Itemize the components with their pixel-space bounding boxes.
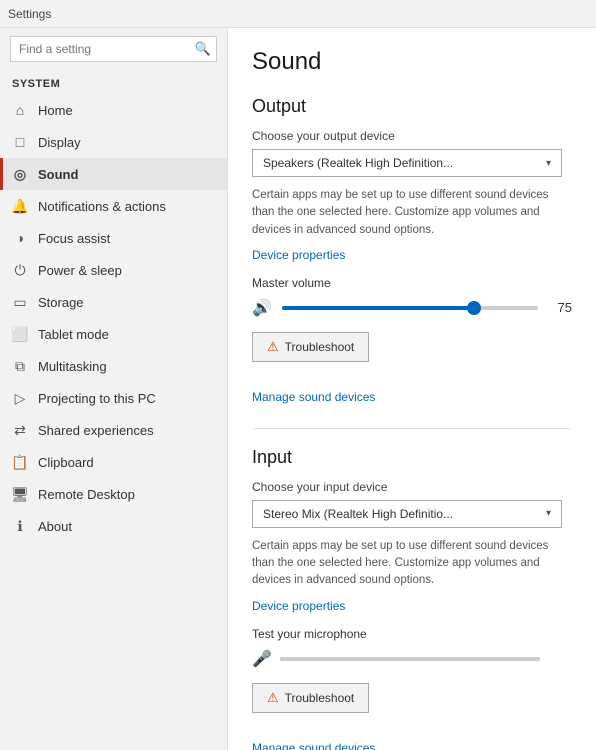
projecting-icon: ▷: [12, 390, 28, 406]
output-device-label: Choose your output device: [252, 129, 572, 143]
output-section-title: Output: [252, 96, 572, 117]
output-device-properties-link[interactable]: Device properties: [252, 248, 345, 262]
sidebar-item-label: Tablet mode: [38, 327, 109, 342]
sidebar-item-label: Home: [38, 103, 73, 118]
sidebar-system-label: System: [0, 70, 227, 94]
volume-row: 🔊 75: [252, 298, 572, 318]
mic-level-bar: [280, 657, 540, 661]
sidebar-item-label: Power & sleep: [38, 263, 122, 278]
mic-test-label: Test your microphone: [252, 627, 572, 641]
shared-icon: ⇄: [12, 422, 28, 438]
sidebar-item-label: Display: [38, 135, 81, 150]
remote-icon: 🖥: [12, 486, 28, 502]
chevron-down-icon: ▾: [546, 158, 551, 169]
output-description: Certain apps may be set up to use differ…: [252, 187, 572, 239]
sidebar-item-label: Sound: [38, 167, 78, 182]
sidebar-item-label: Focus assist: [38, 231, 110, 246]
content-area: Sound Output Choose your output device S…: [228, 28, 596, 750]
sidebar-item-storage[interactable]: ▭ Storage: [0, 286, 227, 318]
sidebar-item-label: Remote Desktop: [38, 487, 135, 502]
input-device-dropdown[interactable]: Stereo Mix (Realtek High Definitio... ▾: [252, 500, 562, 528]
multitasking-icon: ⧉: [12, 358, 28, 374]
sidebar-item-label: Notifications & actions: [38, 199, 166, 214]
sidebar-item-clipboard[interactable]: 📋 Clipboard: [0, 446, 227, 478]
sidebar-item-label: Storage: [38, 295, 84, 310]
sidebar-item-power[interactable]: ⏻ Power & sleep: [0, 254, 227, 286]
input-troubleshoot-label: Troubleshoot: [285, 691, 355, 705]
sidebar-item-label: Multitasking: [38, 359, 107, 374]
sidebar-item-sound[interactable]: ◎ Sound: [0, 158, 227, 190]
output-troubleshoot-label: Troubleshoot: [285, 340, 355, 354]
input-device-properties-link[interactable]: Device properties: [252, 599, 345, 613]
volume-slider[interactable]: [282, 306, 538, 310]
microphone-icon: 🎤: [252, 649, 272, 669]
sidebar-item-display[interactable]: □ Display: [0, 126, 227, 158]
sidebar-item-label: About: [38, 519, 72, 534]
sidebar-item-shared[interactable]: ⇄ Shared experiences: [0, 414, 227, 446]
sidebar-item-multitasking[interactable]: ⧉ Multitasking: [0, 350, 227, 382]
power-icon: ⏻: [12, 262, 28, 278]
volume-slider-fill: [282, 306, 474, 310]
main-container: 🔍 System ⌂ Home □ Display ◎ Sound 🔔 Noti…: [0, 28, 596, 750]
warning-icon: ⚠: [267, 690, 279, 706]
sidebar-item-label: Shared experiences: [38, 423, 154, 438]
page-title: Sound: [252, 48, 572, 76]
sidebar-item-label: Projecting to this PC: [38, 391, 156, 406]
search-icon: 🔍: [195, 41, 211, 57]
home-icon: ⌂: [12, 102, 28, 118]
sidebar: 🔍 System ⌂ Home □ Display ◎ Sound 🔔 Noti…: [0, 28, 228, 750]
output-troubleshoot-button[interactable]: ⚠ Troubleshoot: [252, 332, 369, 362]
mic-row: 🎤: [252, 649, 572, 669]
speaker-icon: 🔊: [252, 298, 272, 318]
sidebar-item-label: Clipboard: [38, 455, 94, 470]
input-manage-link[interactable]: Manage sound devices: [252, 741, 375, 750]
sidebar-item-remote[interactable]: 🖥 Remote Desktop: [0, 478, 227, 510]
output-device-value: Speakers (Realtek High Definition...: [263, 156, 453, 170]
focus-icon: ◑: [12, 230, 28, 246]
clipboard-icon: 📋: [12, 454, 28, 470]
top-bar-title: Settings: [8, 7, 51, 21]
sidebar-item-home[interactable]: ⌂ Home: [0, 94, 227, 126]
storage-icon: ▭: [12, 294, 28, 310]
top-bar: Settings: [0, 0, 596, 28]
display-icon: □: [12, 134, 28, 150]
input-device-value: Stereo Mix (Realtek High Definitio...: [263, 507, 453, 521]
sidebar-search-container: 🔍: [10, 36, 217, 62]
volume-label: Master volume: [252, 276, 572, 290]
notifications-icon: 🔔: [12, 198, 28, 214]
input-troubleshoot-button[interactable]: ⚠ Troubleshoot: [252, 683, 369, 713]
volume-value: 75: [548, 300, 572, 315]
output-device-dropdown[interactable]: Speakers (Realtek High Definition... ▾: [252, 149, 562, 177]
warning-icon: ⚠: [267, 339, 279, 355]
tablet-icon: ⬜: [12, 326, 28, 342]
section-divider: [252, 428, 572, 429]
input-section-title: Input: [252, 447, 572, 468]
input-device-label: Choose your input device: [252, 480, 572, 494]
about-icon: ℹ: [12, 518, 28, 534]
sidebar-item-tablet[interactable]: ⬜ Tablet mode: [0, 318, 227, 350]
sidebar-item-projecting[interactable]: ▷ Projecting to this PC: [0, 382, 227, 414]
chevron-down-icon: ▾: [546, 508, 551, 519]
sidebar-item-focus[interactable]: ◑ Focus assist: [0, 222, 227, 254]
sidebar-item-notifications[interactable]: 🔔 Notifications & actions: [0, 190, 227, 222]
sidebar-item-about[interactable]: ℹ About: [0, 510, 227, 542]
output-manage-link[interactable]: Manage sound devices: [252, 390, 375, 404]
sound-icon: ◎: [12, 166, 28, 182]
search-input[interactable]: [10, 36, 217, 62]
volume-slider-thumb[interactable]: [467, 301, 481, 315]
input-description: Certain apps may be set up to use differ…: [252, 538, 572, 590]
